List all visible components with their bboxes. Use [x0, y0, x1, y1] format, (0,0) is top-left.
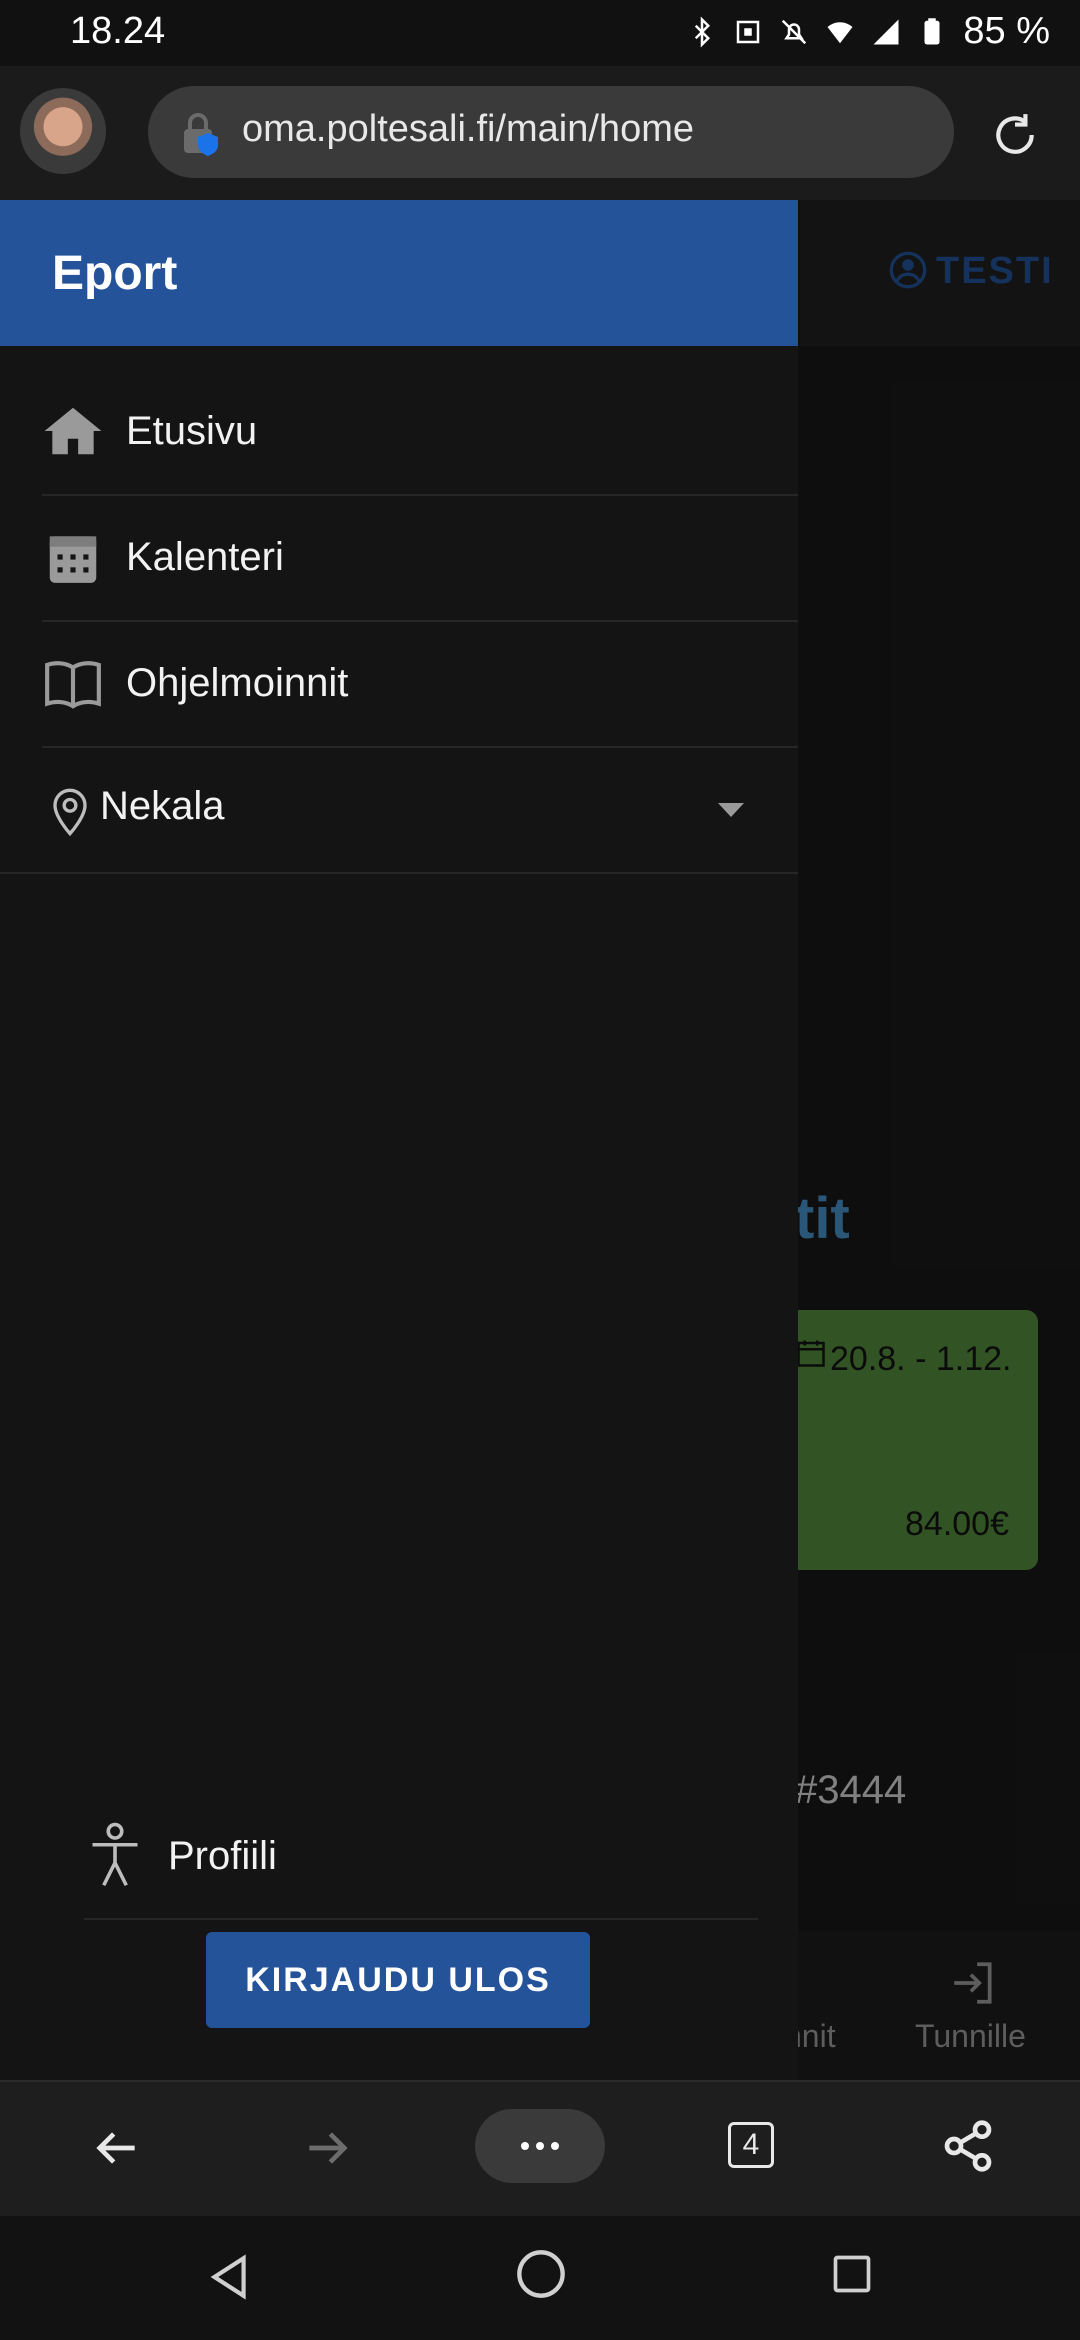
logout-button[interactable]: KIRJAUDU ULOS — [206, 1932, 590, 2028]
system-home-icon[interactable] — [515, 2248, 567, 2300]
reload-icon[interactable] — [990, 110, 1040, 160]
person-accessibility-icon — [92, 1822, 138, 1887]
nfc-icon — [737, 20, 760, 43]
home-icon — [44, 407, 102, 455]
bluetooth-icon — [695, 15, 711, 48]
drawer-title: Eport — [52, 247, 178, 300]
battery-icon — [924, 17, 940, 44]
drawer-scrim[interactable] — [798, 200, 1080, 2080]
location-label[interactable]: Nekala — [100, 784, 225, 829]
calendar-icon — [49, 536, 97, 583]
status-icons: 85 % — [687, 10, 1050, 53]
back-arrow-icon[interactable] — [88, 2120, 144, 2176]
more-menu-button[interactable] — [475, 2109, 605, 2183]
profile-label[interactable]: Profiili — [168, 1834, 277, 1879]
battery-percent: 85 % — [963, 10, 1050, 52]
wifi-icon — [827, 21, 853, 43]
chevron-down-icon[interactable] — [716, 800, 746, 820]
forward-arrow-icon[interactable] — [300, 2120, 356, 2176]
menu-item-ohjelmoinnit[interactable]: Ohjelmoinnit — [42, 620, 798, 748]
system-back-icon[interactable] — [204, 2250, 254, 2304]
menu-item-label: Etusivu — [126, 408, 258, 453]
location-pin-icon — [53, 788, 87, 837]
book-icon — [45, 661, 101, 709]
share-icon[interactable] — [940, 2118, 996, 2174]
menu-item-label: Ohjelmoinnit — [126, 660, 349, 705]
avatar[interactable] — [20, 88, 106, 174]
menu-item-kalenteri[interactable]: Kalenteri — [42, 494, 798, 622]
url-text[interactable]: oma.poltesali.fi/main/home — [242, 108, 694, 151]
status-time: 18.24 — [70, 10, 166, 52]
system-recents-icon[interactable] — [830, 2252, 874, 2296]
tabs-button[interactable]: 4 — [728, 2122, 774, 2168]
menu-item-label: Kalenteri — [126, 534, 284, 579]
lock-shield-icon[interactable] — [178, 108, 226, 158]
signal-icon — [873, 19, 899, 44]
mute-icon — [782, 19, 807, 44]
more-dots-icon — [521, 2142, 559, 2150]
menu-item-etusivu[interactable]: Etusivu — [42, 368, 798, 496]
